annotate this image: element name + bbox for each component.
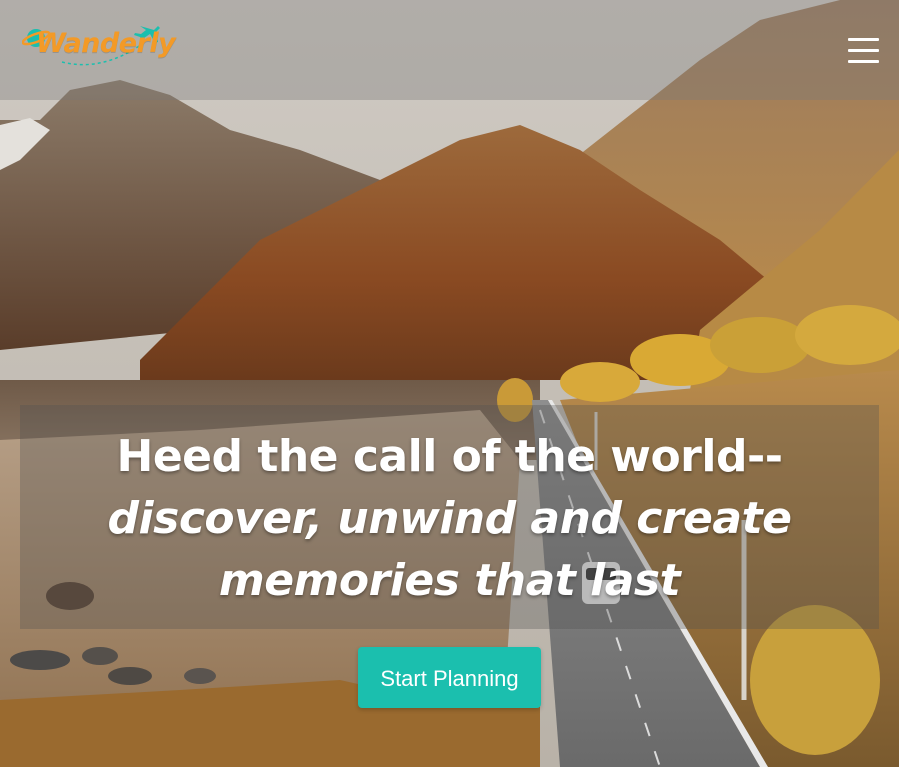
start-planning-button[interactable]: Start Planning xyxy=(358,647,541,708)
headline-line-3: memories that last xyxy=(218,555,681,606)
headline-line-2: discover, unwind and create xyxy=(107,493,792,544)
brand-logo[interactable]: Wanderly xyxy=(22,22,176,74)
headline-line-1: Heed the call of the world-- xyxy=(116,431,783,482)
hero-section: Wanderly Heed the call of the world-- di… xyxy=(0,0,899,767)
brand-name: Wanderly xyxy=(36,28,176,59)
hero-headline: Heed the call of the world-- discover, u… xyxy=(20,426,879,612)
hamburger-menu-icon[interactable] xyxy=(842,34,884,68)
